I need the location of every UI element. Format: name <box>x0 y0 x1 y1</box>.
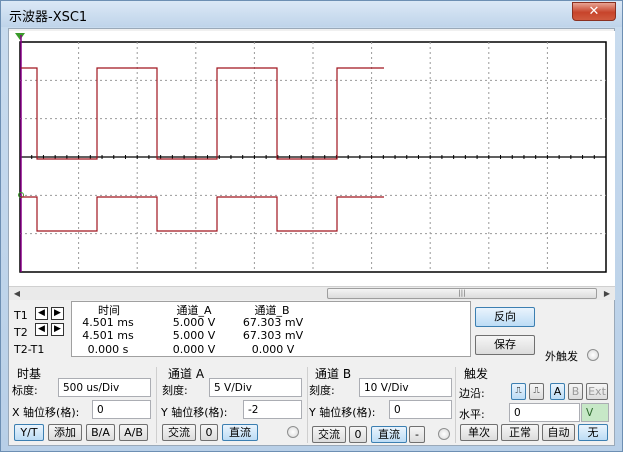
channel-a-zero-button[interactable]: 0 <box>200 424 218 441</box>
x-position-label: X 轴位移(格): <box>12 406 80 419</box>
trigger-source-ext-button[interactable]: Ext <box>586 383 608 400</box>
cursor-panel: T1 ◀ ▶ T2 ◀ ▶ T2-T1 时间 通道_A 通道_B 4.501 m… <box>9 301 479 361</box>
add-mode-button[interactable]: 添加 <box>48 424 82 441</box>
ab-mode-button[interactable]: A/B <box>119 424 148 441</box>
channel-b-ac-button[interactable]: 交流 <box>312 426 346 443</box>
channel-a-ypos-field[interactable]: -2 <box>243 400 302 419</box>
channel-a-trace <box>21 67 384 160</box>
t2-label: T2 <box>14 326 28 339</box>
t1-channel-b: 67.303 mV <box>242 316 304 329</box>
channel-b-dc-button[interactable]: 直流 <box>371 426 407 443</box>
window-title: 示波器-XSC1 <box>9 10 88 25</box>
oscilloscope-screen <box>9 31 615 286</box>
t1-channel-a: 5.000 V <box>172 316 216 329</box>
single-mode-button[interactable]: 单次 <box>460 424 498 441</box>
channel-b-terminal[interactable] <box>438 428 450 440</box>
yt-mode-button[interactable]: Y/T <box>14 424 44 441</box>
channel-a-terminal[interactable] <box>287 426 299 438</box>
t2-left-arrow-icon[interactable]: ◀ <box>35 323 48 336</box>
separator <box>307 367 308 443</box>
channel-b-title: 通道 B <box>315 367 352 381</box>
channel-b-zero-button[interactable]: 0 <box>349 426 367 443</box>
save-button[interactable]: 保存 <box>475 335 535 355</box>
t2-right-arrow-icon[interactable]: ▶ <box>51 323 64 336</box>
reverse-button[interactable]: 反向 <box>475 307 535 327</box>
client-area: ◀ ||| ▶ T1 ◀ ▶ T2 ◀ ▶ T2-T1 时间 通道_A 通道_B… <box>8 28 615 446</box>
none-mode-button[interactable]: 无 <box>578 424 608 441</box>
channel-a-scale-field[interactable]: 5 V/Div <box>209 378 302 397</box>
t2-t1-label: T2-T1 <box>14 343 45 356</box>
timebase-scale-label: 标度: <box>12 384 38 397</box>
separator <box>455 367 456 443</box>
t2-time: 4.501 ms <box>82 329 134 342</box>
ext-trigger-terminal[interactable] <box>587 349 599 361</box>
channel-a-title: 通道 A <box>168 367 205 381</box>
channel-a-ypos-label: Y 轴位移(格): <box>161 406 228 419</box>
channel-b-ypos-label: Y 轴位移(格): <box>309 406 376 419</box>
channel-a-scale-label: 刻度: <box>162 384 188 397</box>
normal-mode-button[interactable]: 正常 <box>501 424 539 441</box>
timebase-title: 时基 <box>17 367 42 381</box>
scroll-left-icon[interactable]: ◀ <box>11 288 23 300</box>
channel-b-trace <box>21 196 384 232</box>
t1-label: T1 <box>14 309 28 322</box>
t1-right-arrow-icon[interactable]: ▶ <box>51 307 64 320</box>
channel-a-ac-button[interactable]: 交流 <box>162 424 196 441</box>
trigger-edge-label: 边沿: <box>459 387 485 400</box>
scope-display <box>15 33 607 273</box>
trigger-position-marker[interactable] <box>15 33 25 40</box>
x-position-field[interactable]: 0 <box>92 400 151 419</box>
cursor-readout: 时间 通道_A 通道_B 4.501 ms 5.000 V 67.303 mV … <box>71 301 471 357</box>
rising-edge-icon[interactable]: ⎍ <box>511 383 526 400</box>
falling-edge-icon[interactable]: ⎍ <box>529 383 544 400</box>
channel-b-ypos-field[interactable]: 0 <box>389 400 452 419</box>
trigger-source-a-button[interactable]: A <box>550 383 565 400</box>
delta-time: 0.000 s <box>87 343 129 356</box>
channel-b-invert-button[interactable]: - <box>409 426 425 443</box>
t2-channel-a: 5.000 V <box>172 329 216 342</box>
scroll-thumb[interactable]: ||| <box>327 288 597 299</box>
trigger-level-unit[interactable]: V <box>581 403 609 422</box>
title-bar[interactable]: 示波器-XSC1 ✕ <box>1 1 622 27</box>
delta-channel-b: 0.000 V <box>251 343 295 356</box>
timebase-scale-field[interactable]: 500 us/Div <box>58 378 151 397</box>
time-scrollbar[interactable]: ◀ ||| ▶ <box>9 286 615 300</box>
oscilloscope-window: 示波器-XSC1 ✕ ◀ ||| ▶ T1 ◀ ▶ T2 ◀ ▶ T2-T1 时… <box>0 0 623 452</box>
trigger-source-b-button[interactable]: B <box>568 383 583 400</box>
t2-channel-b: 67.303 mV <box>242 329 304 342</box>
trigger-level-field[interactable]: 0 <box>509 403 580 422</box>
trigger-title: 触发 <box>464 367 489 381</box>
channel-a-dc-button[interactable]: 直流 <box>222 424 258 441</box>
trigger-level-label: 水平: <box>459 408 485 421</box>
delta-channel-a: 0.000 V <box>172 343 216 356</box>
channel-b-scale-label: 刻度: <box>309 384 335 397</box>
auto-mode-button[interactable]: 自动 <box>542 424 575 441</box>
ba-mode-button[interactable]: B/A <box>86 424 115 441</box>
channel-b-scale-field[interactable]: 10 V/Div <box>359 378 452 397</box>
separator <box>156 367 157 443</box>
scroll-right-icon[interactable]: ▶ <box>601 288 613 300</box>
t1-left-arrow-icon[interactable]: ◀ <box>35 307 48 320</box>
t1-time: 4.501 ms <box>82 316 134 329</box>
ext-trigger-label: 外触发 <box>545 350 578 363</box>
close-button[interactable]: ✕ <box>572 2 616 21</box>
graticule-grid <box>19 42 607 272</box>
